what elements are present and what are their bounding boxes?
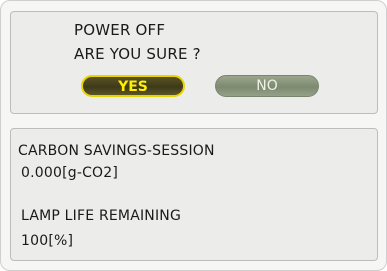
- yes-button[interactable]: YES: [81, 75, 185, 97]
- no-button[interactable]: NO: [215, 75, 319, 97]
- power-off-dialog: POWER OFF ARE YOU SURE ? YES NO CARBON S…: [0, 0, 387, 271]
- power-off-title: POWER OFF: [74, 21, 166, 39]
- carbon-savings-value: 0.000[g-CO2]: [21, 165, 119, 181]
- confirm-question: ARE YOU SURE ?: [74, 45, 201, 63]
- carbon-savings-label: CARBON SAVINGS-SESSION: [18, 143, 215, 159]
- lamp-life-value: 100[%]: [21, 233, 74, 249]
- lamp-life-label: LAMP LIFE REMAINING: [21, 208, 182, 224]
